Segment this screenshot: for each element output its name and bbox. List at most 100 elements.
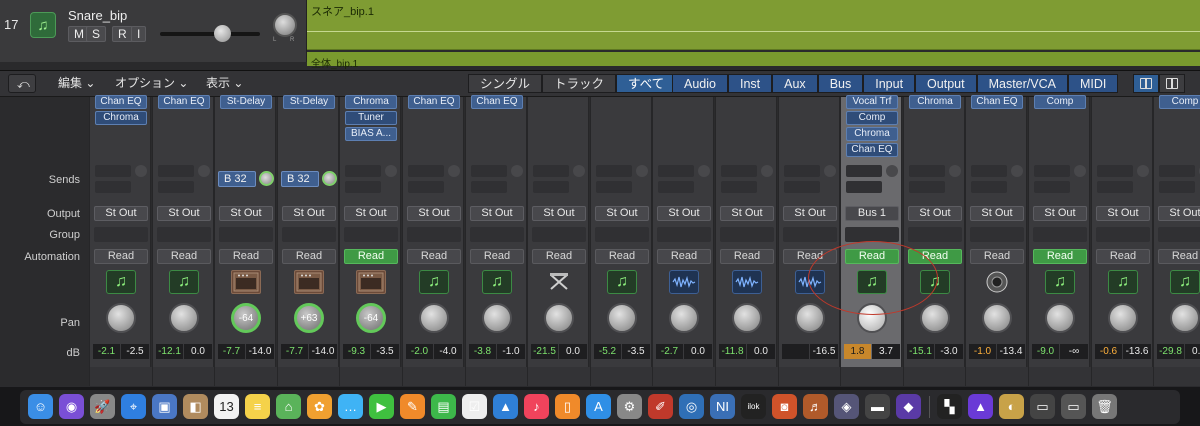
output-button[interactable]: St Out [783,206,837,221]
fader-area[interactable] [153,367,215,387]
send-slot[interactable] [95,165,131,177]
send-slot[interactable] [596,165,632,177]
output-button[interactable]: St Out [532,206,586,221]
pages-icon[interactable]: ✎ [400,394,425,419]
automation-mode-button[interactable]: Read [219,249,273,264]
pan-knob[interactable]: -64 [231,303,261,333]
send-level-knob[interactable] [322,171,337,186]
fader-area[interactable] [278,367,340,387]
music-note-icon[interactable]: ♫ [1045,270,1075,294]
send-level-knob[interactable] [636,165,648,177]
output-button[interactable]: St Out [657,206,711,221]
volume-readout[interactable]: -14.0 [309,344,337,359]
music-note-icon[interactable]: ♫ [1108,270,1138,294]
send-slot[interactable] [408,181,444,193]
channel-strip[interactable]: Chroma St Out Read ♫ -15.1 -3.0 [903,95,966,387]
output-button[interactable]: St Out [219,206,273,221]
activity-icon[interactable]: ▚ [937,394,962,419]
pan-knob[interactable]: -64 [356,303,386,333]
music-note-icon[interactable]: ♫ [169,270,199,294]
group-slot[interactable] [532,227,586,242]
filter-bus[interactable]: Bus [817,74,864,93]
music-icon[interactable]: ♪ [524,394,549,419]
pan-knob[interactable] [169,303,199,333]
channel-strip[interactable]: Chan EQ St Out Read -1.0 -13.4 [965,95,1028,387]
automation-mode-button[interactable]: Read [1033,249,1087,264]
group-slot[interactable] [94,227,148,242]
fader-area[interactable] [653,367,715,387]
fader-area[interactable] [779,367,841,387]
edit-menu[interactable]: 編集 ⌄ [50,74,103,93]
output-button[interactable]: St Out [407,206,461,221]
channel-strip[interactable]: St Out Read -16.5 [778,97,841,387]
plugin-slot[interactable]: Comp [1159,95,1200,109]
filter-input[interactable]: Input [863,74,916,93]
send-slot[interactable] [158,165,194,177]
output-button[interactable]: St Out [1096,206,1150,221]
channel-strip[interactable]: St-Delay B 32 St Out Read -64 -7.7 -14.0 [214,95,277,387]
plugin-slot[interactable]: Tuner [345,111,397,125]
filter-aux[interactable]: Aux [772,74,818,93]
send-level-knob[interactable] [573,165,585,177]
ni-icon[interactable]: NI [710,394,735,419]
plugin-slot[interactable]: St-Delay [220,95,272,109]
maps-icon[interactable]: ⌂ [276,394,301,419]
keyboard-stand-icon[interactable] [544,270,574,294]
tab-tracks[interactable]: トラック [542,74,617,93]
automation-mode-button[interactable]: Read [94,249,148,264]
pro-tools-icon[interactable]: ◆ [896,394,921,419]
volume-readout[interactable]: -14.0 [246,344,274,359]
pan-knob[interactable] [669,303,699,333]
pan-knob[interactable] [1170,303,1200,333]
channel-strip[interactable]: Chan EQ Chroma St Out Read ♫ -2.1 -2.5 [89,95,152,387]
volume-readout[interactable]: 0.0 [747,344,775,359]
amp-icon[interactable] [356,270,386,294]
volume-readout[interactable]: -∞ [1060,344,1088,359]
books-icon[interactable]: ▯ [555,394,580,419]
channel-strip[interactable]: St Out Read -11.8 0.0 [715,97,778,387]
volume-slider-thumb[interactable] [214,25,231,42]
volume-readout[interactable]: -13.6 [1123,344,1151,359]
pan-knob[interactable]: +63 [294,303,324,333]
record-enable-button[interactable]: R [112,26,133,42]
output-button[interactable]: St Out [908,206,962,221]
plugin-slot[interactable]: Chan EQ [971,95,1023,109]
pan-knob[interactable] [419,303,449,333]
channel-strip[interactable]: Chan EQ St Out Read ♫ -3.8 -1.0 [465,95,528,387]
audio-region-2[interactable] [307,52,1200,66]
send-slot[interactable] [721,181,757,193]
photos-icon[interactable]: ✿ [307,394,332,419]
affinity-icon[interactable]: ▲ [968,394,993,419]
pan-knob[interactable] [982,303,1012,333]
contacts-icon[interactable]: ◧ [183,394,208,419]
send-slot[interactable] [909,181,945,193]
automation-mode-button[interactable]: Read [157,249,211,264]
group-slot[interactable] [157,227,211,242]
group-slot[interactable] [783,227,837,242]
group-slot[interactable] [282,227,336,242]
output-button[interactable]: Bus 1 [845,206,899,221]
audio-region[interactable] [307,0,1200,50]
calendar-icon[interactable]: 13 [214,394,239,419]
automation-mode-button[interactable]: Read [470,249,524,264]
plugin-slot[interactable]: Chan EQ [408,95,460,109]
music-note-icon[interactable]: ♫ [419,270,449,294]
wide-strips-icon[interactable] [1159,74,1185,93]
send-level-knob[interactable] [511,165,523,177]
plugin-slot[interactable]: Chroma [846,127,898,141]
send-slot[interactable] [471,181,507,193]
fader-area[interactable] [591,367,653,387]
pencil-app-icon[interactable]: ✐ [648,394,673,419]
track-pan-knob[interactable] [273,13,297,37]
music-note-icon[interactable]: ♫ [1170,270,1200,294]
volume-readout[interactable]: 3.7 [872,344,900,359]
automation-mode-button[interactable]: Read [595,249,649,264]
channel-strip[interactable]: St Out Read ♫ -0.6 -13.6 [1091,97,1154,387]
ilok-icon[interactable]: ilok [741,394,766,419]
send-level-knob[interactable] [198,165,210,177]
plugin-slot[interactable]: Chroma [345,95,397,109]
output-button[interactable]: St Out [970,206,1024,221]
fader-area[interactable] [1029,367,1091,387]
trash-icon[interactable]: 🗑 [1092,394,1117,419]
automation-mode-button[interactable]: Read [657,249,711,264]
